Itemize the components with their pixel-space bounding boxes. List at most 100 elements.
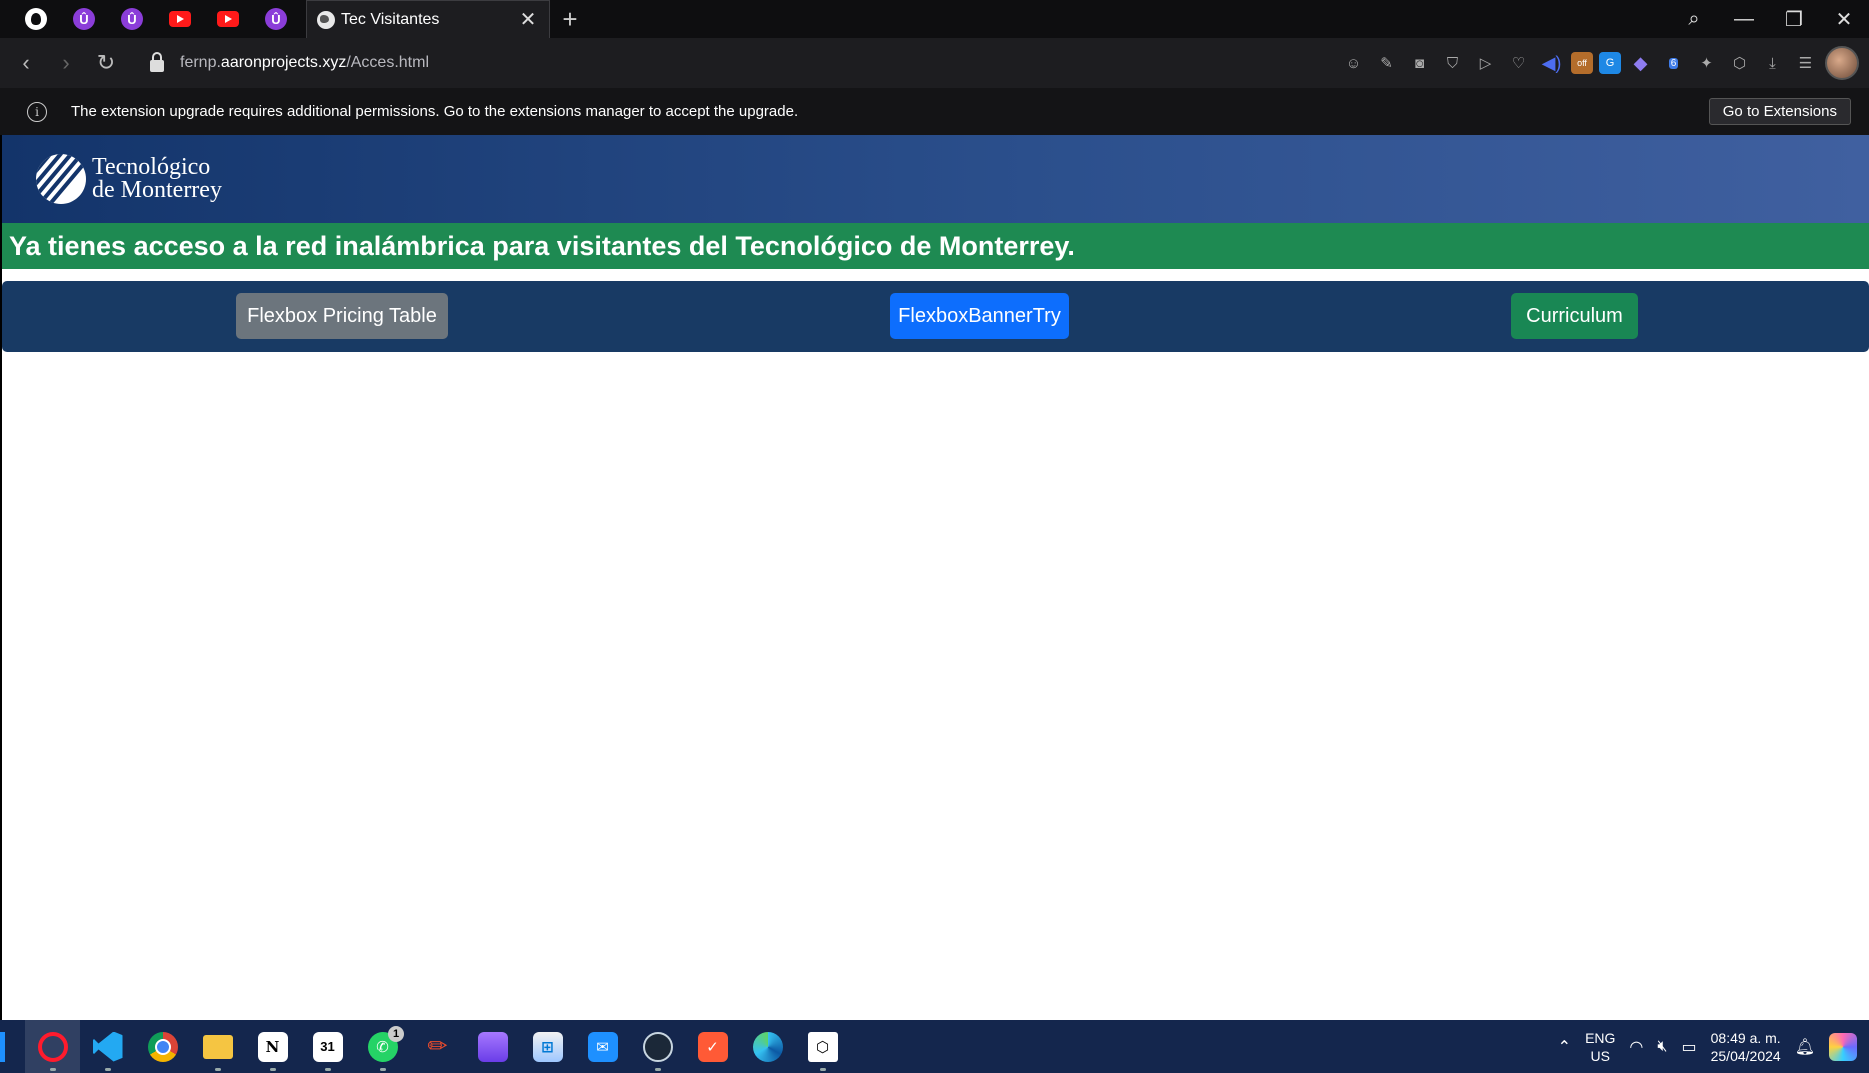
battery-icon[interactable]: ▭: [1681, 1037, 1696, 1057]
edit-icon[interactable]: ✎: [1373, 50, 1400, 77]
folder-icon: [202, 1034, 233, 1059]
grid-app-icon: ✓: [697, 1031, 728, 1062]
youtube-icon: [169, 11, 191, 27]
taskbar-store[interactable]: ⊞: [520, 1020, 575, 1073]
translate-icon[interactable]: G: [1599, 52, 1621, 74]
notification-message: The extension upgrade requires additiona…: [71, 103, 799, 120]
logo-text: Tecnológico de Monterrey: [92, 154, 222, 202]
date-display: 25/04/2024: [1710, 1047, 1781, 1064]
speaker-icon[interactable]: ◀): [1538, 50, 1565, 77]
forward-button[interactable]: ›: [46, 50, 86, 76]
running-indicator: [819, 1068, 826, 1071]
close-window-button[interactable]: ✕: [1819, 7, 1869, 32]
page-content: Tecnológico de Monterrey Ya tienes acces…: [0, 135, 1869, 1020]
tab-tec-visitantes[interactable]: Tec Visitantes ✕: [306, 0, 550, 38]
pinned-tab-purple-3[interactable]: Û: [252, 0, 300, 38]
copilot-icon[interactable]: [1829, 1032, 1857, 1061]
profile-avatar[interactable]: [1825, 46, 1859, 80]
running-indicator: [654, 1068, 661, 1071]
globe-icon: [317, 10, 335, 29]
pinned-tab-purple-1[interactable]: Û: [60, 0, 108, 38]
search-tabs-icon[interactable]: ⌕: [1669, 8, 1719, 31]
chevron-up-icon[interactable]: ⌃: [1558, 1037, 1571, 1057]
project-links-bar: Flexbox Pricing Table FlexboxBannerTry C…: [2, 281, 1869, 352]
taskbar-mail[interactable]: ✉: [575, 1020, 630, 1073]
pinned-tab-youtube-1[interactable]: [156, 0, 204, 38]
shield-icon[interactable]: ⛉: [1439, 50, 1466, 77]
clapperboard-icon: [477, 1031, 508, 1062]
taskbar-pencil-app[interactable]: ✏: [410, 1020, 465, 1073]
taskbar-unity[interactable]: ⬡: [795, 1020, 850, 1073]
youtube-icon: [217, 11, 239, 27]
taskbar-red-grid-app[interactable]: ✓: [685, 1020, 740, 1073]
pinned-tabs: Û Û Û: [0, 0, 300, 38]
taskbar-notion[interactable]: N: [245, 1020, 300, 1073]
running-indicator: [269, 1068, 276, 1071]
pinned-tab-purple-2[interactable]: Û: [108, 0, 156, 38]
new-tab-button[interactable]: +: [550, 4, 590, 35]
chrome-icon: [147, 1031, 178, 1062]
windows-taskbar: N 31 ✆ 1 ✏ ⊞ ✉ ✓ ⬡ ⌃ ENG US ◠ 🔇︎ ▭ 08:49 …: [0, 1020, 1869, 1073]
lock-icon[interactable]: [150, 52, 164, 72]
calendar-icon: 31: [312, 1031, 343, 1062]
game-controller-icon[interactable]: ◆: [1627, 50, 1654, 77]
taskbar-steam[interactable]: [630, 1020, 685, 1073]
url-path: /Acces.html: [346, 54, 429, 71]
taskbar-edge[interactable]: [740, 1020, 795, 1073]
extensions-cube-icon[interactable]: ⬡: [1726, 50, 1753, 77]
window-controls: ⌕ — ❐ ✕: [1669, 0, 1869, 38]
running-indicator: [214, 1068, 221, 1071]
opera-icon: [37, 1031, 68, 1062]
taskbar-vscode[interactable]: [80, 1020, 135, 1073]
flexbox-pricing-table-button[interactable]: Flexbox Pricing Table: [236, 293, 448, 339]
unity-icon: ⬡: [807, 1031, 838, 1062]
running-indicator: [49, 1068, 56, 1071]
logo-line-1: Tecnológico: [92, 154, 211, 180]
pencil-icon: ✏: [427, 1033, 448, 1060]
access-banner: Ya tienes acceso a la red inalámbrica pa…: [2, 223, 1869, 269]
download-icon[interactable]: ⤓: [1759, 50, 1786, 77]
clock[interactable]: 08:49 a. m. 25/04/2024: [1711, 1029, 1781, 1065]
minimize-button[interactable]: —: [1719, 8, 1769, 31]
flexbox-banner-try-button[interactable]: FlexboxBannerTry: [890, 293, 1069, 339]
curriculum-button[interactable]: Curriculum: [1511, 293, 1638, 339]
taskbar-clipchamp[interactable]: [465, 1020, 520, 1073]
taskbar-whatsapp[interactable]: ✆ 1: [355, 1020, 410, 1073]
heart-icon[interactable]: ♡: [1505, 50, 1532, 77]
camera-icon[interactable]: ◙: [1406, 50, 1433, 77]
tec-logo-icon: [36, 154, 86, 204]
vscode-icon: [92, 1031, 123, 1062]
running-indicator: [104, 1068, 111, 1071]
volume-muted-icon[interactable]: 🔇︎: [1657, 1038, 1667, 1056]
pinned-tab-youtube-2[interactable]: [204, 0, 252, 38]
address-bar: ‹ › ↻ fernp.aaronprojects.xyz/Acces.html…: [0, 38, 1869, 88]
restore-button[interactable]: ❐: [1769, 7, 1819, 32]
send-icon[interactable]: ▷: [1472, 50, 1499, 77]
notification-bell-icon[interactable]: 🔔︎: [1795, 1037, 1815, 1057]
emoji-icon[interactable]: ☺: [1340, 50, 1367, 77]
taskbar-opera[interactable]: [25, 1020, 80, 1073]
wifi-icon[interactable]: ◠: [1629, 1037, 1643, 1057]
extension-off-icon[interactable]: off: [1571, 52, 1593, 74]
taskbar-calendar[interactable]: 31: [300, 1020, 355, 1073]
go-to-extensions-button[interactable]: Go to Extensions: [1708, 98, 1851, 125]
tab-title: Tec Visitantes: [341, 10, 440, 28]
taskbar-chrome[interactable]: [135, 1020, 190, 1073]
url-prefix: fernp.: [180, 54, 221, 71]
purple-u-icon: Û: [73, 8, 95, 30]
reload-button[interactable]: ↻: [86, 50, 126, 76]
purple-u-icon: Û: [265, 8, 287, 30]
system-tray: ⌃ ENG US ◠ 🔇︎ ▭ 08:49 a. m. 25/04/2024 🔔…: [1558, 1029, 1869, 1065]
close-icon[interactable]: ✕: [517, 7, 539, 32]
taskbar-file-explorer[interactable]: [190, 1020, 245, 1073]
bug-icon[interactable]: ✦: [1693, 50, 1720, 77]
settings-sliders-icon[interactable]: ☰: [1792, 50, 1819, 77]
pinned-tab-github[interactable]: [12, 0, 60, 38]
language-indicator[interactable]: ENG US: [1585, 1029, 1615, 1065]
extension-count-icon[interactable]: 6: [1660, 50, 1687, 77]
mail-icon: ✉: [587, 1031, 618, 1062]
start-edge-indicator: [0, 1031, 5, 1062]
running-indicator: [324, 1068, 331, 1071]
url-field[interactable]: fernp.aaronprojects.xyz/Acces.html: [180, 54, 429, 72]
back-button[interactable]: ‹: [6, 50, 46, 76]
